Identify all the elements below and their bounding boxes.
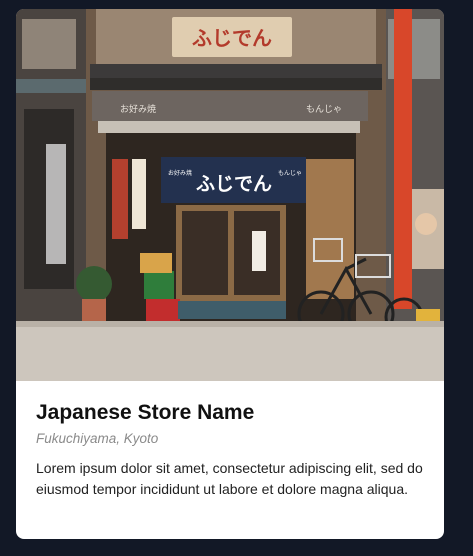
- pavement: [16, 321, 444, 381]
- store-photo: ふじでん お好み焼 もんじゃ ふじでん お好み焼 もんじゃ: [16, 9, 444, 381]
- red-pole: [394, 9, 412, 309]
- cardboard-box: [140, 253, 172, 273]
- roof-shadow: [90, 78, 382, 90]
- banner-right-text: もんじゃ: [306, 104, 342, 115]
- left-signboard-white: [132, 159, 146, 229]
- left-window: [22, 19, 76, 69]
- red-crate: [146, 299, 180, 323]
- left-signboard: [112, 159, 128, 239]
- left-awning: [16, 79, 86, 93]
- roof-tiles: [90, 64, 382, 78]
- curb: [16, 321, 444, 327]
- door-notice: [252, 231, 266, 271]
- plastic-sheet: [46, 144, 66, 264]
- door-glass-left: [182, 211, 228, 295]
- potted-plant: [76, 266, 112, 302]
- store-description: Lorem ipsum dolor sit amet, consectetur …: [36, 460, 423, 497]
- doormat: [178, 301, 286, 319]
- banner-left-text: お好み焼: [120, 103, 156, 115]
- store-title: Japanese Store Name: [36, 401, 255, 424]
- green-crate: [144, 271, 174, 299]
- poster-face: [415, 213, 437, 235]
- roof-sign-text: ふじでん: [192, 26, 272, 50]
- noren-text: ふじでん: [196, 173, 272, 195]
- store-card[interactable]: ふじでん お好み焼 もんじゃ ふじでん お好み焼 もんじゃ Japanese S…: [16, 9, 444, 539]
- store-location: Fukuchiyama, Kyoto: [36, 431, 159, 446]
- noren-left-text: お好み焼: [168, 169, 192, 177]
- noren-right-text: もんじゃ: [278, 170, 302, 177]
- plant-pot: [82, 299, 106, 321]
- striped-awning: [98, 121, 360, 133]
- right-door: [306, 159, 354, 299]
